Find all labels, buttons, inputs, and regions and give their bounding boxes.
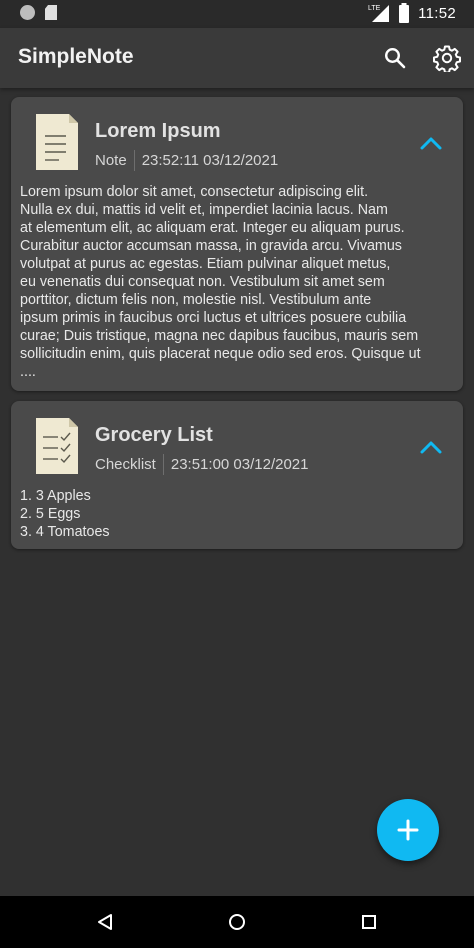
note-meta: Note 23:52:11 03/12/2021 bbox=[95, 150, 278, 171]
checklist-type-label: Checklist bbox=[95, 456, 156, 473]
status-bar: LTE 11:52 bbox=[0, 0, 474, 28]
note-body: Lorem ipsum dolor sit amet, consectetur … bbox=[20, 184, 421, 380]
lte-signal-icon: LTE bbox=[368, 5, 390, 22]
nav-home-button[interactable] bbox=[225, 910, 249, 934]
plus-icon bbox=[397, 819, 419, 841]
status-notifications bbox=[20, 5, 57, 20]
recents-icon bbox=[362, 915, 376, 929]
chevron-up-icon[interactable] bbox=[419, 135, 443, 151]
gear-icon bbox=[433, 45, 461, 72]
status-system-icons: LTE 11:52 bbox=[368, 3, 456, 23]
meta-divider bbox=[162, 454, 164, 475]
status-time: 11:52 bbox=[418, 4, 456, 22]
back-icon bbox=[98, 914, 112, 930]
checklist-document-icon bbox=[36, 418, 78, 474]
app-bar: SimpleNote bbox=[0, 28, 474, 88]
network-label: LTE bbox=[368, 5, 381, 12]
search-button[interactable] bbox=[379, 42, 411, 74]
nav-recents-button[interactable] bbox=[357, 910, 381, 934]
battery-icon bbox=[399, 3, 410, 23]
checklist-meta: Checklist 23:51:00 03/12/2021 bbox=[95, 454, 309, 475]
note-type-label: Note bbox=[95, 152, 127, 169]
note-card[interactable]: Lorem Ipsum Note 23:52:11 03/12/2021 Lor… bbox=[11, 97, 463, 391]
settings-button[interactable] bbox=[431, 42, 463, 74]
note-document-icon bbox=[36, 114, 78, 170]
system-nav-bar bbox=[0, 896, 474, 948]
notification-circle-icon bbox=[20, 5, 35, 20]
note-timestamp: 23:52:11 03/12/2021 bbox=[141, 152, 279, 169]
home-icon bbox=[229, 914, 245, 930]
sd-card-icon bbox=[45, 5, 57, 20]
note-title: Lorem Ipsum bbox=[95, 120, 221, 142]
nav-back-button[interactable] bbox=[93, 910, 117, 934]
chevron-up-icon[interactable] bbox=[419, 439, 443, 455]
screen: LTE 11:52 SimpleNote Lorem Ipsum Note 23… bbox=[0, 0, 474, 948]
checklist-body: 1. 3 Apples 2. 5 Eggs 3. 4 Tomatoes bbox=[20, 488, 110, 540]
app-title: SimpleNote bbox=[18, 45, 134, 68]
checklist-title: Grocery List bbox=[95, 424, 213, 446]
checklist-timestamp: 23:51:00 03/12/2021 bbox=[170, 456, 309, 473]
checklist-card[interactable]: Grocery List Checklist 23:51:00 03/12/20… bbox=[11, 401, 463, 549]
search-icon bbox=[384, 47, 406, 69]
meta-divider bbox=[133, 150, 135, 171]
add-note-button[interactable] bbox=[377, 799, 439, 861]
